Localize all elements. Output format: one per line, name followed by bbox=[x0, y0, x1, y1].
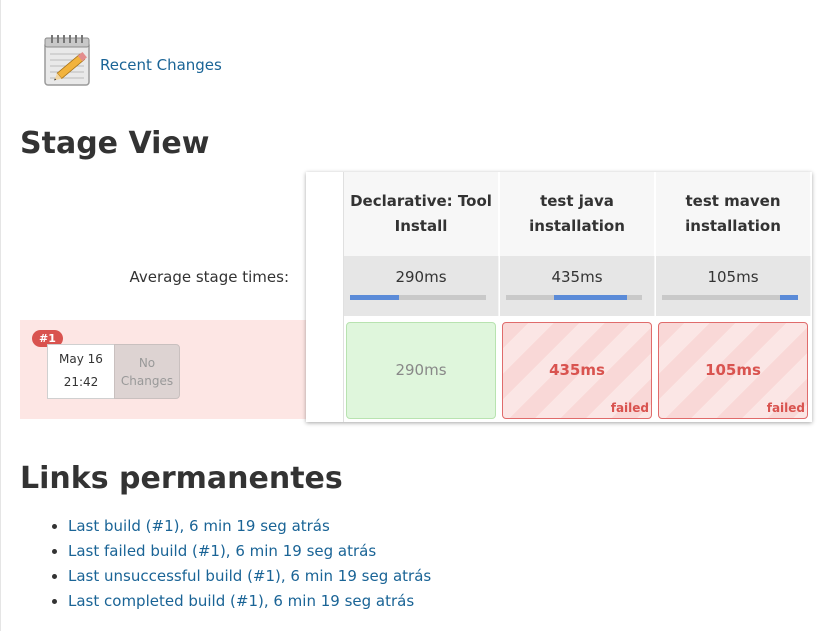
stage-average-bar-fill bbox=[553, 295, 628, 300]
stage-cell-duration: 105ms bbox=[705, 361, 761, 379]
stage-average-value: 290ms bbox=[395, 268, 447, 286]
stage-view-table: Declarative: Tool Install 290ms 290ms te… bbox=[306, 172, 812, 422]
stage-average-bar-fill bbox=[350, 295, 399, 300]
list-item: Last unsuccessful build (#1), 6 min 19 s… bbox=[68, 564, 431, 589]
list-item: Last completed build (#1), 6 min 19 seg … bbox=[68, 589, 431, 614]
build-date-box: May 16 21:42 bbox=[47, 344, 114, 399]
recent-changes-link[interactable]: Recent Changes bbox=[100, 56, 222, 74]
page-border bbox=[0, 0, 1, 631]
stage-average: 290ms bbox=[344, 256, 499, 316]
stage-average: 105ms bbox=[656, 256, 811, 316]
permalinks-list: Last build (#1), 6 min 19 seg atrás Last… bbox=[48, 514, 431, 614]
last-build-link[interactable]: Last build (#1), 6 min 19 seg atrás bbox=[68, 517, 330, 535]
recent-changes[interactable]: Recent Changes bbox=[42, 34, 222, 88]
stage-average-bar bbox=[350, 295, 486, 300]
stage-header: test maven installation bbox=[656, 172, 811, 256]
stage-average-value: 105ms bbox=[707, 268, 759, 286]
stage-average: 435ms bbox=[500, 256, 655, 316]
average-stage-times-label: Average stage times: bbox=[129, 268, 289, 286]
list-item: Last failed build (#1), 6 min 19 seg atr… bbox=[68, 539, 431, 564]
stage-view-title: Stage View bbox=[20, 126, 210, 161]
stage-average-bar bbox=[506, 295, 642, 300]
stage-gutter bbox=[306, 172, 344, 422]
stage-column-test-maven: test maven installation 105ms 105ms fail… bbox=[656, 172, 811, 422]
permalinks-title: Links permanentes bbox=[20, 461, 343, 496]
stage-average-value: 435ms bbox=[551, 268, 603, 286]
build-time: 21:42 bbox=[63, 375, 99, 389]
last-failed-build-link[interactable]: Last failed build (#1), 6 min 19 seg atr… bbox=[68, 542, 376, 560]
stage-column-test-java: test java installation 435ms 435ms faile… bbox=[500, 172, 655, 422]
last-completed-build-link[interactable]: Last completed build (#1), 6 min 19 seg … bbox=[68, 592, 414, 610]
stage-cell-failed[interactable]: 435ms failed bbox=[502, 322, 652, 419]
list-item: Last build (#1), 6 min 19 seg atrás bbox=[68, 514, 431, 539]
stage-cell-failed[interactable]: 105ms failed bbox=[658, 322, 808, 419]
failed-tag: failed bbox=[766, 401, 805, 415]
stage-header: test java installation bbox=[500, 172, 655, 256]
stage-cell-duration: 435ms bbox=[549, 361, 605, 379]
build-date: May 16 bbox=[59, 352, 103, 366]
notepad-icon bbox=[44, 35, 90, 86]
stage-cell-success[interactable]: 290ms bbox=[346, 322, 496, 419]
last-unsuccessful-build-link[interactable]: Last unsuccessful build (#1), 6 min 19 s… bbox=[68, 567, 431, 585]
stage-cell-duration: 290ms bbox=[395, 361, 447, 379]
stage-header: Declarative: Tool Install bbox=[344, 172, 499, 256]
stage-average-bar-fill bbox=[780, 295, 798, 300]
failed-tag: failed bbox=[610, 401, 649, 415]
no-changes-box[interactable]: No Changes bbox=[114, 344, 180, 399]
stage-column-tool-install: Declarative: Tool Install 290ms 290ms bbox=[344, 172, 499, 422]
stage-average-bar bbox=[662, 295, 798, 300]
